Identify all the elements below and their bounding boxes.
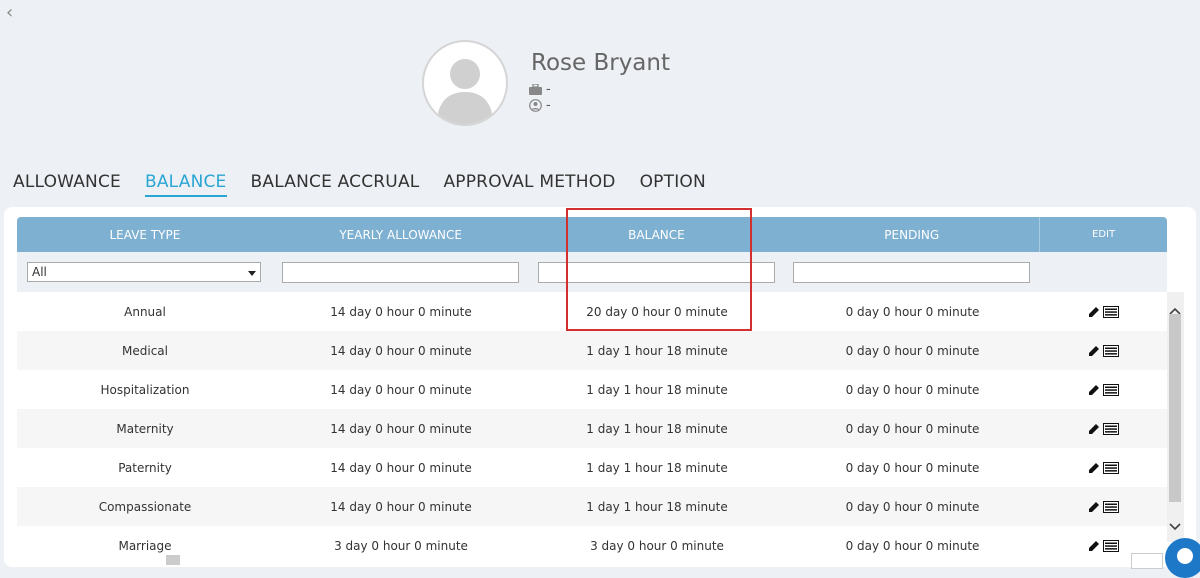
cell-edit-actions <box>1040 344 1167 357</box>
table-row: Medical 14 day 0 hour 0 minute 1 day 1 h… <box>17 331 1167 370</box>
cell-leave-type: Compassionate <box>98 499 192 514</box>
cell-leave-type: Marriage <box>118 538 172 553</box>
table-row: Hospitalization 14 day 0 hour 0 minute 1… <box>17 370 1167 409</box>
list-icon[interactable] <box>1103 305 1119 318</box>
tab-option[interactable]: OPTION <box>640 172 706 197</box>
cell-leave-type: Annual <box>124 304 166 319</box>
cell-leave-type: Paternity <box>118 460 172 475</box>
cell-balance: 1 day 1 hour 18 minute <box>586 421 728 436</box>
cell-edit-actions <box>1040 383 1167 396</box>
header-edit: EDIT <box>1039 217 1167 252</box>
cell-edit-actions <box>1040 422 1167 435</box>
user-circle-icon <box>529 99 542 112</box>
chat-icon[interactable] <box>1165 538 1200 578</box>
cell-yearly-allowance: 14 day 0 hour 0 minute <box>330 382 472 397</box>
leave-type-filter-value: All <box>32 265 47 279</box>
cell-balance: 1 day 1 hour 18 minute <box>586 343 728 358</box>
table-row: Marriage 3 day 0 hour 0 minute 3 day 0 h… <box>17 526 1167 561</box>
cell-leave-type: Hospitalization <box>100 382 190 397</box>
leave-type-filter-select[interactable]: All <box>27 262 261 282</box>
job-title-row: - <box>529 82 551 97</box>
cell-balance: 1 day 1 hour 18 minute <box>586 382 728 397</box>
list-icon[interactable] <box>1103 500 1119 513</box>
user-role-value: - <box>546 98 551 113</box>
dropdown-caret-icon <box>248 265 256 279</box>
pencil-icon[interactable] <box>1088 540 1100 552</box>
back-chevron-icon[interactable]: ‹ <box>6 2 13 23</box>
cell-pending: 0 day 0 hour 0 minute <box>845 382 980 397</box>
cell-balance: 3 day 0 hour 0 minute <box>590 538 724 553</box>
cell-balance: 1 day 1 hour 18 minute <box>586 460 728 475</box>
table-body: Annual 14 day 0 hour 0 minute 20 day 0 h… <box>17 292 1167 561</box>
header-yearly-allowance: YEARLY ALLOWANCE <box>339 227 462 242</box>
tab-approval-method[interactable]: APPROVAL METHOD <box>443 172 615 197</box>
table-row: Maternity 14 day 0 hour 0 minute 1 day 1… <box>17 409 1167 448</box>
list-icon[interactable] <box>1103 344 1119 357</box>
list-icon[interactable] <box>1103 539 1119 552</box>
tab-balance-accrual[interactable]: BALANCE ACCRUAL <box>251 172 420 197</box>
scroll-thumb[interactable] <box>1169 314 1181 502</box>
cell-pending: 0 day 0 hour 0 minute <box>845 499 980 514</box>
tab-balance[interactable]: BALANCE <box>144 172 227 197</box>
pencil-icon[interactable] <box>1088 501 1100 513</box>
cell-pending: 0 day 0 hour 0 minute <box>845 421 980 436</box>
profile-name: Rose Bryant <box>531 50 670 76</box>
cell-pending: 0 day 0 hour 0 minute <box>845 304 980 319</box>
footer-control[interactable] <box>166 555 180 565</box>
cell-edit-actions <box>1040 500 1167 513</box>
user-role-row: - <box>529 98 551 113</box>
yearly-allowance-filter-input[interactable] <box>282 262 519 283</box>
cell-pending: 0 day 0 hour 0 minute <box>845 460 980 475</box>
tab-allowance[interactable]: ALLOWANCE <box>13 172 121 197</box>
cell-pending: 0 day 0 hour 0 minute <box>845 343 980 358</box>
cell-yearly-allowance: 14 day 0 hour 0 minute <box>330 421 472 436</box>
list-icon[interactable] <box>1103 383 1119 396</box>
list-icon[interactable] <box>1103 422 1119 435</box>
list-icon[interactable] <box>1103 461 1119 474</box>
pencil-icon[interactable] <box>1088 345 1100 357</box>
cell-yearly-allowance: 14 day 0 hour 0 minute <box>330 499 472 514</box>
pencil-icon[interactable] <box>1088 384 1100 396</box>
pending-filter-input[interactable] <box>793 262 1030 283</box>
header-leave-type: LEAVE TYPE <box>109 227 181 242</box>
pencil-icon[interactable] <box>1088 306 1100 318</box>
cell-leave-type: Maternity <box>116 421 174 436</box>
header-pending: PENDING <box>884 227 940 242</box>
cell-yearly-allowance: 14 day 0 hour 0 minute <box>330 343 472 358</box>
cell-yearly-allowance: 14 day 0 hour 0 minute <box>330 460 472 475</box>
tab-bar: ALLOWANCE BALANCE BALANCE ACCRUAL APPROV… <box>13 172 730 197</box>
cell-pending: 0 day 0 hour 0 minute <box>845 538 980 553</box>
cell-balance: 1 day 1 hour 18 minute <box>586 499 728 514</box>
cell-yearly-allowance: 3 day 0 hour 0 minute <box>334 538 468 553</box>
pencil-icon[interactable] <box>1088 462 1100 474</box>
cell-edit-actions <box>1040 305 1167 318</box>
table-row: Compassionate 14 day 0 hour 0 minute 1 d… <box>17 487 1167 526</box>
cell-edit-actions <box>1040 539 1167 552</box>
table-row: Paternity 14 day 0 hour 0 minute 1 day 1… <box>17 448 1167 487</box>
cell-leave-type: Medical <box>122 343 168 358</box>
avatar <box>422 40 508 126</box>
pager-control[interactable] <box>1131 553 1163 569</box>
balance-highlight-box <box>566 208 752 331</box>
job-title-value: - <box>546 82 551 97</box>
cell-edit-actions <box>1040 461 1167 474</box>
table-scrollbar[interactable] <box>1167 292 1184 542</box>
scroll-down-icon[interactable] <box>1169 520 1181 534</box>
pencil-icon[interactable] <box>1088 423 1100 435</box>
cell-yearly-allowance: 14 day 0 hour 0 minute <box>330 304 472 319</box>
briefcase-icon <box>529 84 542 95</box>
